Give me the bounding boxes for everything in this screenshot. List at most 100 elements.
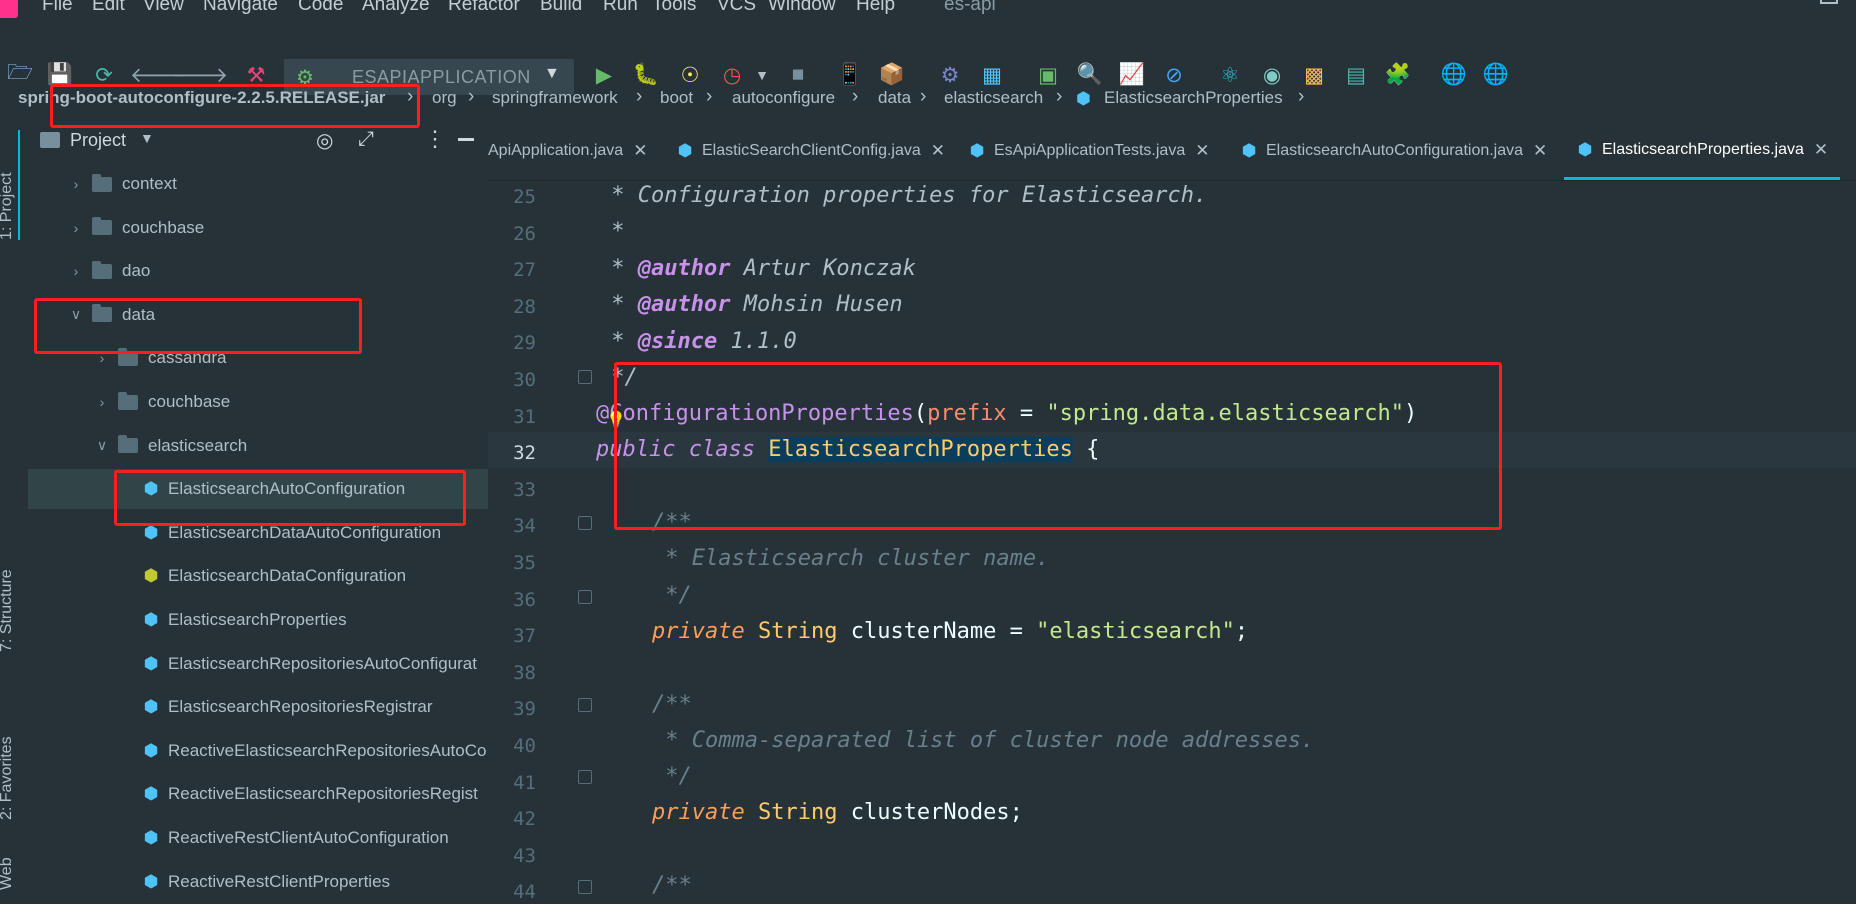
- close-icon[interactable]: ✕: [1533, 141, 1547, 161]
- project-panel-title[interactable]: Project: [70, 130, 126, 151]
- editor-tab-label: ApiApplication.java: [488, 142, 624, 159]
- tree-folder-row[interactable]: › dao: [28, 251, 488, 291]
- menu-view[interactable]: View: [143, 0, 184, 16]
- tree-folder-row[interactable]: ∨ elasticsearch: [28, 426, 488, 466]
- code-line-26[interactable]: *: [598, 219, 624, 244]
- fold-marker-icon[interactable]: [578, 770, 592, 784]
- tree-class-row[interactable]: ⬢ ElasticsearchAutoConfiguration: [28, 469, 488, 510]
- tree-folder-row[interactable]: › context: [28, 164, 488, 204]
- fold-marker-icon[interactable]: [578, 516, 592, 530]
- code-line-36[interactable]: */: [652, 583, 692, 608]
- tool-window-favorites-tab[interactable]: 2: Favorites: [0, 700, 16, 820]
- tree-item-label: data: [122, 304, 156, 324]
- intention-bulb-icon[interactable]: 💡: [606, 410, 626, 430]
- menu-refactor[interactable]: Refactor: [448, 0, 520, 16]
- tree-class-row[interactable]: ⬢ ReactiveRestClientProperties: [28, 862, 488, 902]
- left-tool-strip: 1: Project 7: Structure 2: Favorites Web: [0, 122, 24, 904]
- collapse-all-icon[interactable]: ⤢: [358, 128, 374, 151]
- code-line-29[interactable]: * @since 1.1.0: [598, 329, 796, 354]
- code-line-39[interactable]: /**: [652, 692, 692, 717]
- close-icon[interactable]: ✕: [1814, 140, 1828, 160]
- editor-tab[interactable]: ⬢ ElasticSearchClientConfig.java ✕: [676, 122, 948, 180]
- code-line-37[interactable]: private String clusterName = "elasticsea…: [652, 619, 1248, 644]
- tree-class-row[interactable]: ⬢ ElasticsearchDataAutoConfiguration: [28, 513, 488, 553]
- keyword: public: [596, 437, 676, 462]
- line-number: 35: [513, 552, 536, 574]
- breadcrumb-item-jar[interactable]: spring-boot-autoconfigure-2.2.5.RELEASE.…: [18, 88, 385, 108]
- code-line-41[interactable]: */: [652, 764, 692, 789]
- code-line-32[interactable]: public class ElasticsearchProperties {: [596, 437, 1099, 462]
- locate-file-icon[interactable]: ◎: [316, 128, 333, 153]
- line-number: 27: [513, 259, 536, 282]
- fold-marker-icon[interactable]: [578, 370, 592, 384]
- chevron-right-icon[interactable]: ›: [68, 263, 84, 279]
- tool-window-structure-tab[interactable]: 7: Structure: [0, 542, 16, 652]
- menu-edit[interactable]: Edit: [92, 0, 125, 16]
- code-line-27[interactable]: * @author Artur Konczak: [598, 256, 916, 281]
- chevron-down-icon[interactable]: ∨: [94, 437, 110, 454]
- menu-file[interactable]: File: [42, 0, 73, 16]
- more-options-icon[interactable]: ⋮: [424, 126, 446, 152]
- close-icon[interactable]: ✕: [1195, 141, 1209, 161]
- editor-tab[interactable]: ⬢ EsApiApplicationTests.java ✕: [968, 122, 1220, 180]
- tree-folder-row[interactable]: › couchbase: [28, 382, 488, 422]
- menu-build[interactable]: Build: [540, 0, 582, 16]
- menu-code[interactable]: Code: [298, 0, 343, 16]
- menu-tools[interactable]: Tools: [652, 0, 696, 16]
- chevron-right-icon[interactable]: ›: [68, 220, 84, 236]
- chevron-right-icon[interactable]: ›: [94, 350, 110, 366]
- menu-window[interactable]: Window: [768, 0, 836, 16]
- fold-marker-icon[interactable]: [578, 880, 592, 894]
- tree-class-row[interactable]: ⬢ ElasticsearchDataConfiguration: [28, 556, 488, 596]
- fold-marker-icon[interactable]: [578, 698, 592, 712]
- code-line-42[interactable]: private String clusterNodes;: [652, 800, 1023, 825]
- code-line-28[interactable]: * @author Mohsin Husen: [598, 292, 902, 317]
- menu-analyze[interactable]: Analyze: [362, 0, 430, 16]
- code-line-34[interactable]: /**: [652, 510, 692, 535]
- editor-tab[interactable]: ⬢ ElasticsearchAutoConfiguration.java ✕: [1240, 122, 1560, 180]
- code-line-31[interactable]: @ConfigurationProperties(prefix = "sprin…: [596, 401, 1417, 426]
- code-line-44[interactable]: /**: [652, 873, 692, 898]
- tree-class-row[interactable]: ⬢ ReactiveElasticsearchRepositoriesRegist: [28, 774, 488, 814]
- chevron-down-icon[interactable]: ∨: [68, 306, 84, 323]
- chevron-down-icon[interactable]: ▼: [140, 130, 154, 146]
- chevron-right-icon[interactable]: ›: [94, 394, 110, 410]
- menu-help[interactable]: Help: [856, 0, 895, 16]
- breadcrumb-item-org[interactable]: org: [432, 88, 457, 108]
- editor-tab[interactable]: ApiApplication.java ✕: [488, 122, 658, 180]
- menu-run[interactable]: Run: [603, 0, 638, 16]
- fold-marker-icon[interactable]: [578, 590, 592, 604]
- code-line-35[interactable]: * Elasticsearch cluster name.: [652, 546, 1049, 571]
- code-line-25[interactable]: * Configuration properties for Elasticse…: [598, 183, 1207, 208]
- tool-window-web-tab[interactable]: Web: [0, 850, 16, 890]
- tree-class-row[interactable]: ⬢ ElasticsearchProperties: [28, 600, 488, 640]
- code-line-30[interactable]: */: [598, 365, 638, 390]
- hide-panel-icon[interactable]: [458, 138, 474, 141]
- tool-window-project-tab[interactable]: 1: Project: [0, 130, 20, 240]
- line-number: 33: [513, 478, 536, 501]
- breadcrumb-separator: ›: [1056, 86, 1063, 107]
- breadcrumb-item-autoconfigure[interactable]: autoconfigure: [732, 88, 835, 108]
- breadcrumb-item-class[interactable]: ElasticsearchProperties: [1104, 88, 1283, 108]
- tree-class-row[interactable]: ⬢ ReactiveRestClientAutoConfiguration: [28, 818, 488, 858]
- breadcrumb-item-springframework[interactable]: springframework: [492, 88, 618, 108]
- tree-folder-row[interactable]: › cassandra: [28, 338, 488, 378]
- tree-class-row[interactable]: ⬢ ReactiveElasticsearchRepositoriesAutoCo: [28, 731, 488, 771]
- tree-folder-row[interactable]: › couchbase: [28, 208, 488, 248]
- editor-tab-active[interactable]: ⬢ ElasticsearchProperties.java ✕: [1564, 122, 1840, 180]
- breadcrumb-item-boot[interactable]: boot: [660, 88, 693, 108]
- menu-navigate[interactable]: Navigate: [203, 0, 278, 16]
- menu-vcs[interactable]: VCS: [717, 0, 756, 16]
- tree-class-row[interactable]: ⬢ ElasticsearchRepositoriesAutoConfigurat: [28, 644, 488, 684]
- editor-tab-label: ElasticSearchClientConfig.java: [702, 142, 921, 159]
- breadcrumb-item-data[interactable]: data: [878, 88, 911, 108]
- close-icon[interactable]: ✕: [931, 141, 945, 161]
- close-icon[interactable]: ✕: [633, 141, 647, 161]
- tree-folder-row[interactable]: ∨ data: [28, 295, 488, 335]
- chevron-right-icon[interactable]: ›: [68, 176, 84, 192]
- tree-class-row[interactable]: ⬢ ElasticsearchRepositoriesRegistrar: [28, 687, 488, 727]
- tree-item-label: ElasticsearchDataConfiguration: [168, 566, 407, 586]
- restore-icon[interactable]: [1820, 0, 1838, 4]
- code-line-40[interactable]: * Comma-separated list of cluster node a…: [652, 728, 1314, 753]
- breadcrumb-item-elasticsearch[interactable]: elasticsearch: [944, 88, 1043, 108]
